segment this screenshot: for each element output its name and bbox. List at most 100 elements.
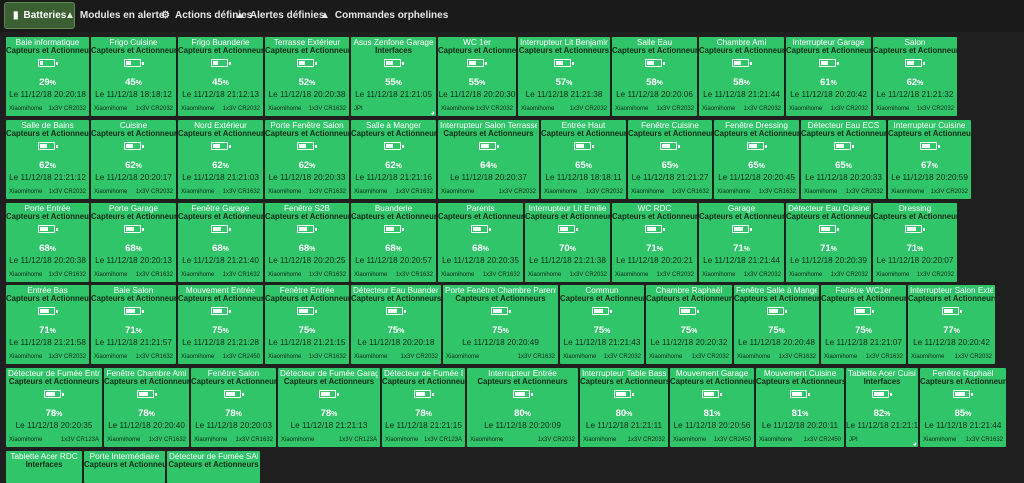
battery-tile[interactable]: Interrupteur Lit Emilie Capteurs et Actio…	[525, 203, 610, 282]
battery-tile[interactable]: Mouvement Garage Capteurs et Actionneurs 8…	[670, 368, 754, 447]
battery-tile[interactable]: Détecteur de Fumée DressingCapteurs et A…	[382, 368, 465, 447]
battery-tile[interactable]: Fenêtre Dressing Capteurs et Actionneurs 6…	[714, 120, 799, 199]
battery-tile[interactable]: Baie informatique Capteurs et Actionneurs…	[6, 37, 89, 116]
last-update-date: Le 11/12/18 20:20:56	[673, 421, 751, 430]
battery-tile[interactable]: Fenêtre Salon Capteurs et Actionneurs 78% L…	[191, 368, 276, 447]
battery-tile[interactable]: Nord Extérieur Capteurs et Actionneurs 62%…	[178, 120, 263, 199]
battery-tile[interactable]: Entrée Bas Capteurs et Actionneurs 71% Le 1…	[6, 285, 89, 364]
battery-tile[interactable]: Interrupteur Garage Capteurs et Actionneu…	[786, 37, 871, 116]
battery-tile[interactable]: Détecteur de Fumée SAM Capteurs et Action…	[167, 451, 260, 483]
last-update-date: Le 11/12/18 20:20:57	[355, 256, 432, 265]
battery-tile[interactable]: Parents Capteurs et Actionneurs 68% Le 11/1…	[438, 203, 523, 282]
battery-tile[interactable]: Interrupteur Lit Benjamin Capteurs et Act…	[518, 37, 610, 116]
battery-tile[interactable]: Fenêtre Raphaël Capteurs et Actionneurs 85…	[920, 368, 1006, 447]
battery-tile[interactable]: Détecteur Eau Cuisine Capteurs et Actionn…	[786, 203, 871, 282]
device-brand: JPI	[354, 106, 363, 112]
battery-tile[interactable]: Interrupteur Table Basse Capteurs et Acti…	[580, 368, 668, 447]
device-brand: Xiaomihome	[702, 272, 736, 278]
battery-tile[interactable]: Fenêtre Garage Capteurs et Actionneurs 68%…	[178, 203, 263, 282]
battery-tile[interactable]: WC RDC Capteurs et Actionneurs 71% Le 11/12…	[612, 203, 697, 282]
last-update-date: Le 11/12/18 21:21:43	[563, 338, 641, 347]
battery-tile[interactable]: Chambre Ami Capteurs et Actionneurs 58% Le …	[699, 37, 784, 116]
battery-level-fill	[820, 61, 828, 65]
battery-tile[interactable]: Interrupteur Salon Terrasse Capteurs et A…	[438, 120, 539, 199]
device-brand: Xiaomihome	[804, 189, 838, 195]
battery-percent-value: 62	[125, 160, 136, 171]
percent-sign: %	[56, 411, 63, 418]
battery-tile[interactable]: Détecteur de Fumée Garage Capteurs et Act…	[278, 368, 380, 447]
battery-percent-value: 62	[906, 77, 918, 88]
battery-level-fill	[472, 227, 481, 231]
last-update-date: Le 11/12/18 21:21:44	[703, 256, 780, 265]
battery-icon	[383, 59, 404, 67]
battery-tile[interactable]: Porte Garage Capteurs et Actionneurs 68% Le…	[91, 203, 176, 282]
battery-level-fill	[575, 144, 584, 148]
battery-icon	[297, 307, 317, 315]
device-brand: Xiaomihome	[789, 106, 823, 112]
battery-tile[interactable]: Salon Capteurs et Actionneurs 62% Le 11/12/…	[873, 37, 957, 116]
battery-tile[interactable]: Fenêtre S2B Capteurs et Actionneurs 68% Le …	[265, 203, 349, 282]
percent-sign: %	[758, 163, 765, 170]
battery-tile[interactable]: Salle à Manger Capteurs et Actionneurs 62%…	[351, 120, 436, 199]
battery-tile[interactable]: Détecteur Eau Buanderie Capteurs et Actio…	[351, 285, 441, 364]
battery-tile[interactable]: Détecteur de Fumée Entrée Capteurs et Act…	[6, 368, 102, 447]
battery-tile[interactable]: Détecteur Eau ECS Capteurs et Actionneurs…	[801, 120, 886, 199]
battery-icon	[223, 390, 244, 398]
battery-icon	[123, 307, 144, 315]
battery-tile[interactable]: Porte Entrée Capteurs et Actionneurs 68% Le…	[6, 203, 89, 282]
battery-tile[interactable]: Frigo Buanderie Capteurs et Actionneurs 45…	[178, 37, 263, 116]
battery-type: 1x3V CR2032	[569, 272, 607, 278]
battery-tile[interactable]: Interrupteur Cuisine Capteurs et Actionne…	[888, 120, 971, 199]
battery-tiles-grid: Baie informatique Capteurs et Actionneurs…	[0, 0, 1024, 483]
battery-tile[interactable]: Interrupteur Entrée Capteurs et Actionneu…	[467, 368, 578, 447]
battery-icon	[297, 142, 317, 150]
battery-tile[interactable]: Tablette Acer CuisineInterfaces82%Le 11/…	[846, 368, 918, 447]
last-update-date: Le 11/12/18 21:21:44	[703, 90, 780, 99]
last-update-date: Le 11/12/18 20:20:18	[9, 90, 86, 99]
battery-tile[interactable]: Buanderie Capteurs et Actionneurs 68% Le 11…	[351, 203, 436, 282]
battery-tile[interactable]: Fenêtre WC1er Capteurs et Actionneurs 75% L…	[821, 285, 906, 364]
battery-tile[interactable]: Interrupteur Salon ExtérieurCapteurs et …	[908, 285, 995, 364]
battery-tile[interactable]: Fenêtre Chambre Ami Capteurs et Actionneu…	[104, 368, 189, 447]
battery-tile[interactable]: Salle Eau Capteurs et Actionneurs 58% Le 11…	[612, 37, 697, 116]
battery-tile[interactable]: Fenêtre Entrée Capteurs et Actionneurs 75%…	[265, 285, 349, 364]
battery-level-fill	[125, 227, 134, 231]
battery-tile[interactable]: Entrée Haut Capteurs et Actionneurs 65% Le …	[541, 120, 626, 199]
percent-sign: %	[148, 411, 155, 418]
battery-tile[interactable]: Commun Capteurs et Actionneurs 75% Le 11/12…	[560, 285, 644, 364]
device-category: Capteurs et Actionneurs	[91, 212, 176, 221]
battery-tile[interactable]: Fenêtre Cuisine Capteurs et Actionneurs 65…	[628, 120, 712, 199]
battery-tile[interactable]: Cuisine Capteurs et Actionneurs 62% Le 11/1…	[91, 120, 176, 199]
battery-tile[interactable]: Mouvement Entrée Capteurs et Actionneurs 7…	[178, 285, 263, 364]
battery-tile[interactable]: Frigo Cuisine Capteurs et Actionneurs 45% L…	[91, 37, 176, 116]
battery-tile[interactable]: Mouvement Cuisine Capteurs et Actionneurs…	[756, 368, 844, 447]
battery-tile[interactable]: Salle de Bains Capteurs et Actionneurs 62%…	[6, 120, 89, 199]
battery-tile[interactable]: Asus Zenfone Garage Interfaces 55% Le 11/12…	[351, 37, 436, 116]
battery-percent-value: 68	[39, 243, 50, 254]
battery-icon	[905, 59, 925, 67]
battery-percent: 62%	[351, 161, 436, 172]
battery-tile[interactable]: WC 1erCapteurs et Actionneurs55%Le 11/12…	[438, 37, 516, 116]
battery-tile[interactable]: Garage Capteurs et Actionneurs 71% Le 11/12…	[699, 203, 784, 282]
battery-tile[interactable]: Porte Fenêtre Chambre Parents Capteurs et…	[443, 285, 558, 364]
battery-tile[interactable]: Chambre Raphaël Capteurs et Actionneurs 75…	[646, 285, 732, 364]
battery-tile[interactable]: Porte Intermédiaire Capteurs et Actionneu…	[84, 451, 165, 483]
battery-level-fill	[662, 144, 670, 148]
battery-type: 1x3V CR2032	[916, 272, 954, 278]
percent-sign: %	[398, 328, 405, 335]
battery-percent: 75%	[265, 326, 349, 337]
battery-tile[interactable]: Fenêtre Salle à Manger Capteurs et Action…	[734, 285, 819, 364]
battery-icon	[853, 307, 874, 315]
battery-percent: 78%	[382, 409, 465, 420]
percent-sign: %	[135, 80, 142, 87]
battery-tile[interactable]: Porte Fenêtre Salon Capteurs et Actionneu…	[265, 120, 349, 199]
battery-percent: 75%	[443, 326, 558, 337]
battery-tile[interactable]: Dressing Capteurs et Actionneurs 71% Le 11/…	[873, 203, 957, 282]
battery-tile[interactable]: Tablette Acer RDC Interfaces	[6, 451, 82, 483]
battery-type: 1x3V CR2032	[48, 106, 86, 112]
battery-level-fill	[792, 392, 802, 396]
battery-level-fill	[212, 61, 218, 65]
battery-tile[interactable]: Terrasse Extérieur Capteurs et Actionneur…	[265, 37, 349, 116]
battery-tile[interactable]: Baie Salon Capteurs et Actionneurs 71% Le 1…	[91, 285, 176, 364]
battery-level-fill	[874, 392, 884, 396]
